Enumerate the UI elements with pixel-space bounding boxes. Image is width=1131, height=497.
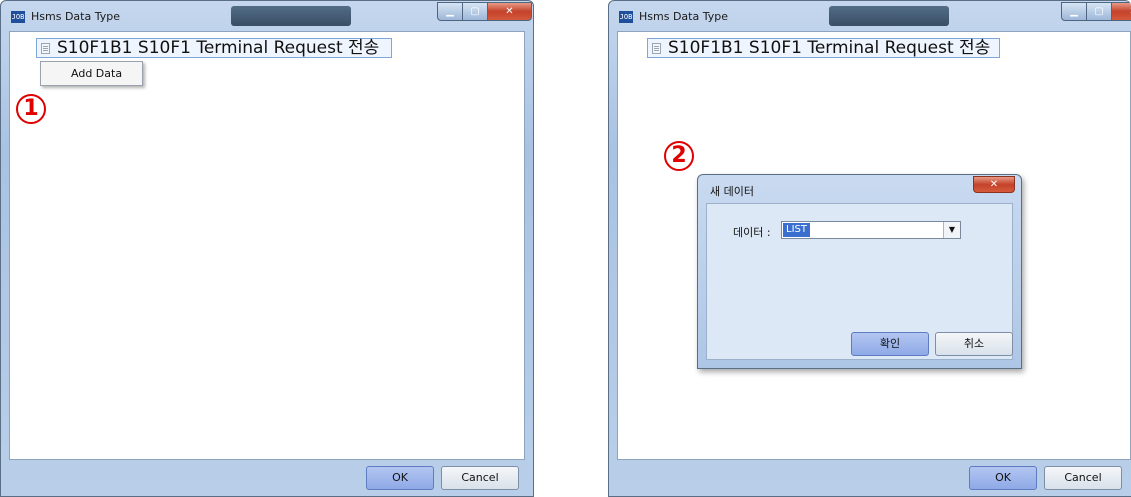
maximize-button[interactable]: ▢ bbox=[463, 2, 488, 21]
context-menu: Add Data bbox=[40, 61, 143, 86]
tree-root-label: S10F1B1 S10F1 Terminal Request 전송 bbox=[57, 38, 380, 58]
app-icon: JOB bbox=[619, 11, 633, 23]
window-controls: ▁ ▢ ✕ bbox=[437, 2, 532, 21]
ok-button[interactable]: OK bbox=[366, 466, 434, 490]
confirm-button[interactable]: 확인 bbox=[851, 332, 929, 356]
ok-button[interactable]: OK bbox=[969, 466, 1037, 490]
title-bar[interactable]: JOB Hsms Data Type ▁ ▢ ✕ bbox=[1, 1, 533, 31]
data-type-select[interactable]: LIST ▼ bbox=[781, 221, 961, 239]
tree-root-node[interactable]: S10F1B1 S10F1 Terminal Request 전송 bbox=[647, 38, 1000, 58]
dropdown-arrow-icon[interactable]: ▼ bbox=[943, 222, 960, 238]
maximize-button[interactable]: ▢ bbox=[1087, 2, 1112, 21]
minimize-button[interactable]: ▁ bbox=[1061, 2, 1087, 21]
close-button[interactable]: ✕ bbox=[488, 2, 532, 21]
data-type-label: 데이터 : bbox=[733, 226, 771, 239]
dialog-cancel-button[interactable]: 취소 bbox=[935, 332, 1013, 356]
window-controls: ▁ ▢ ✕ bbox=[1061, 2, 1131, 21]
title-bar-background-graphic bbox=[231, 6, 351, 26]
step-marker-2: 2 bbox=[664, 141, 694, 171]
step-marker-1: 1 bbox=[16, 94, 46, 124]
minimize-button[interactable]: ▁ bbox=[437, 2, 463, 21]
close-button[interactable]: ✕ bbox=[1112, 2, 1131, 21]
window-title: Hsms Data Type bbox=[639, 10, 728, 23]
document-icon bbox=[41, 43, 50, 54]
button-bar: OK Cancel bbox=[1, 460, 533, 496]
app-icon: JOB bbox=[11, 11, 25, 23]
dialog-close-button[interactable]: ✕ bbox=[973, 176, 1015, 193]
title-bar-background-graphic bbox=[829, 6, 949, 26]
tree-root-label: S10F1B1 S10F1 Terminal Request 전송 bbox=[668, 38, 991, 58]
tree-root-node[interactable]: S10F1B1 S10F1 Terminal Request 전송 bbox=[36, 38, 392, 58]
button-bar: OK Cancel bbox=[609, 460, 1131, 496]
data-type-selected-value: LIST bbox=[783, 223, 810, 237]
dialog-body: 데이터 : LIST ▼ 확인 취소 bbox=[706, 203, 1013, 360]
cancel-button[interactable]: Cancel bbox=[1044, 466, 1122, 490]
dialog-title: 새 데이터 bbox=[710, 185, 754, 198]
new-data-dialog: 새 데이터 ✕ 데이터 : LIST ▼ 확인 취소 bbox=[697, 174, 1022, 369]
document-icon bbox=[652, 43, 661, 54]
tree-panel[interactable]: S10F1B1 S10F1 Terminal Request 전송 bbox=[9, 31, 525, 460]
window-title: Hsms Data Type bbox=[31, 10, 120, 23]
cancel-button[interactable]: Cancel bbox=[441, 466, 519, 490]
add-data-menu-item[interactable]: Add Data bbox=[71, 67, 122, 80]
title-bar[interactable]: JOB Hsms Data Type ▁ ▢ ✕ bbox=[609, 1, 1131, 31]
